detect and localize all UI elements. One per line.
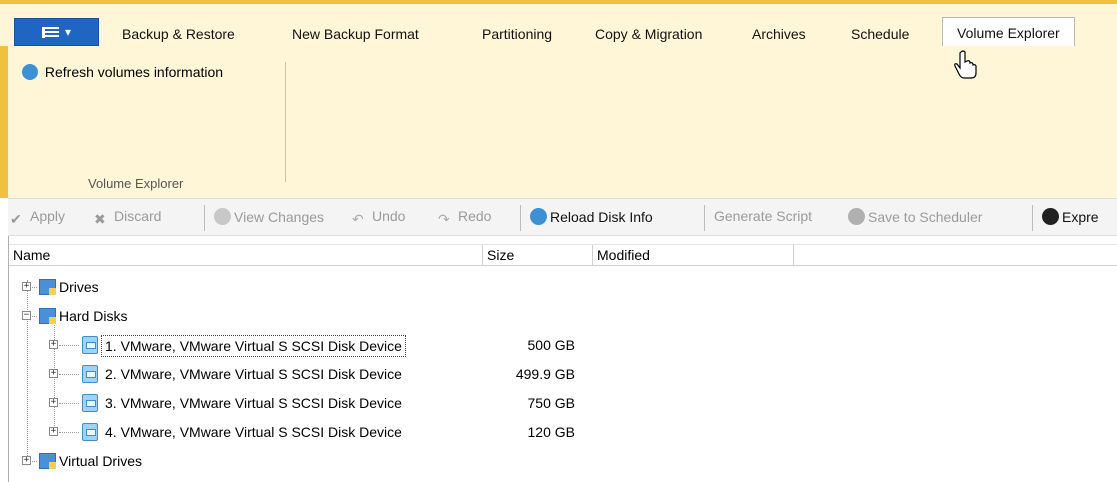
toolbar-separator bbox=[1032, 205, 1033, 231]
ribbon-group-label: Volume Explorer bbox=[88, 176, 184, 191]
disk-size: 499.9 GB bbox=[515, 366, 575, 382]
hard-disk-icon bbox=[82, 423, 98, 441]
action-toolbar: ✔ Apply ✖ Discard View Changes ↶ Undo ↷ Redo… bbox=[8, 198, 1117, 236]
tree-node-disk-4[interactable]: + 4. VMware, VMware Virtual S SCSI Disk … bbox=[9, 421, 589, 443]
toolbar-separator bbox=[520, 205, 521, 231]
tab-partitioning[interactable]: Partitioning bbox=[482, 22, 552, 46]
tree-node-hard-disks[interactable]: − Hard Disks bbox=[9, 305, 479, 327]
redo-icon: ↷ bbox=[438, 211, 450, 227]
drives-group-icon bbox=[39, 279, 56, 295]
disk-size: 750 GB bbox=[527, 395, 575, 411]
expand-plus-icon[interactable]: + bbox=[49, 340, 58, 349]
clock-icon bbox=[848, 208, 865, 225]
disk-size: 120 GB bbox=[527, 424, 575, 440]
apply-label: Apply bbox=[30, 208, 66, 224]
ribbon-group-separator bbox=[285, 62, 286, 182]
tree-connector bbox=[59, 345, 79, 346]
menu-grid-icon bbox=[41, 27, 59, 39]
volume-tree-list[interactable]: Name Size Modified + Drives − Hard Disks… bbox=[8, 236, 1117, 482]
app-menu-button[interactable]: ▾ bbox=[14, 18, 99, 46]
column-header-name[interactable]: Name bbox=[9, 245, 483, 266]
tree-connector bbox=[59, 374, 79, 375]
hard-disk-icon bbox=[82, 365, 98, 383]
virtual-drives-group-icon bbox=[39, 453, 56, 469]
toolbar-separator bbox=[704, 205, 705, 231]
save-to-scheduler-button[interactable]: Save to Scheduler bbox=[848, 208, 982, 225]
express-globe-icon bbox=[1042, 208, 1059, 225]
column-header-modified[interactable]: Modified bbox=[593, 245, 794, 266]
tree-node-disk-1[interactable]: + 1. VMware, VMware Virtual S SCSI Disk … bbox=[9, 334, 589, 357]
disk-name: 2. VMware, VMware Virtual S SCSI Disk De… bbox=[105, 366, 402, 382]
toolbar-separator bbox=[204, 205, 205, 231]
tree-node-virtual-drives[interactable]: + Virtual Drives bbox=[9, 450, 479, 472]
generate-script-button[interactable]: Generate Script bbox=[714, 208, 812, 224]
tree-connector bbox=[32, 461, 37, 462]
tree-node-label: Drives bbox=[59, 279, 99, 295]
tree-connector bbox=[59, 403, 79, 404]
disk-name: 3. VMware, VMware Virtual S SCSI Disk De… bbox=[105, 395, 402, 411]
expand-plus-icon[interactable]: + bbox=[22, 456, 31, 465]
disk-name: 4. VMware, VMware Virtual S SCSI Disk De… bbox=[105, 424, 402, 440]
chevron-down-icon: ▾ bbox=[64, 25, 72, 39]
redo-label: Redo bbox=[458, 208, 492, 224]
generate-script-label: Generate Script bbox=[714, 208, 813, 224]
magnifier-icon bbox=[214, 208, 231, 225]
hard-disks-group-icon bbox=[39, 308, 56, 324]
disk-size: 500 GB bbox=[527, 337, 575, 353]
tab-archives[interactable]: Archives bbox=[752, 22, 806, 46]
tab-new-backup-format[interactable]: New Backup Format bbox=[292, 22, 419, 46]
tree-node-drives[interactable]: + Drives bbox=[9, 276, 479, 298]
tree-node-disk-2[interactable]: + 2. VMware, VMware Virtual S SCSI Disk … bbox=[9, 363, 589, 385]
column-header-row: Name Size Modified bbox=[9, 244, 1117, 266]
tree-node-disk-3[interactable]: + 3. VMware, VMware Virtual S SCSI Disk … bbox=[9, 392, 589, 414]
refresh-volumes-label: Refresh volumes information bbox=[44, 64, 224, 80]
reload-disk-info-label: Reload Disk Info bbox=[550, 209, 653, 225]
disk-name: 1. VMware, VMware Virtual S SCSI Disk De… bbox=[101, 335, 406, 357]
tree-node-label: Hard Disks bbox=[59, 308, 128, 324]
refresh-icon bbox=[22, 64, 38, 80]
redo-button[interactable]: ↷ Redo bbox=[438, 208, 491, 228]
refresh-volumes-button[interactable]: Refresh volumes information bbox=[22, 64, 223, 80]
hand-cursor-icon bbox=[954, 50, 977, 79]
tree-connector bbox=[59, 432, 79, 433]
view-changes-button[interactable]: View Changes bbox=[214, 208, 324, 225]
undo-button[interactable]: ↶ Undo bbox=[352, 208, 405, 228]
expand-plus-icon[interactable]: + bbox=[49, 398, 58, 407]
refresh-icon bbox=[530, 208, 547, 225]
discard-x-icon: ✖ bbox=[94, 211, 106, 227]
apply-button[interactable]: ✔ Apply bbox=[10, 208, 65, 228]
tree-connector bbox=[32, 287, 37, 288]
express-button[interactable]: Expre bbox=[1042, 208, 1099, 225]
view-changes-label: View Changes bbox=[234, 209, 325, 225]
reload-disk-info-button[interactable]: Reload Disk Info bbox=[530, 208, 653, 225]
tab-schedule[interactable]: Schedule bbox=[851, 22, 909, 46]
hard-disk-icon bbox=[82, 336, 98, 354]
ribbon-panel: Refresh volumes information Volume Explo… bbox=[0, 46, 1117, 198]
express-label: Expre bbox=[1062, 209, 1099, 225]
expand-plus-icon[interactable]: + bbox=[49, 369, 58, 378]
expand-plus-icon[interactable]: + bbox=[22, 282, 31, 291]
hard-disk-icon bbox=[82, 394, 98, 412]
discard-button[interactable]: ✖ Discard bbox=[94, 208, 161, 228]
tree-connector bbox=[32, 316, 37, 317]
undo-label: Undo bbox=[372, 208, 406, 224]
expand-plus-icon[interactable]: + bbox=[49, 427, 58, 436]
tab-copy-migration[interactable]: Copy & Migration bbox=[595, 22, 702, 46]
check-icon: ✔ bbox=[10, 211, 22, 227]
undo-icon: ↶ bbox=[352, 211, 364, 227]
save-to-scheduler-label: Save to Scheduler bbox=[868, 209, 983, 225]
tree-node-label: Virtual Drives bbox=[59, 453, 142, 469]
ribbon-tab-strip: ▾ Backup & Restore New Backup Format Par… bbox=[0, 0, 1117, 50]
discard-label: Discard bbox=[114, 208, 162, 224]
collapse-minus-icon[interactable]: − bbox=[22, 311, 31, 320]
column-header-size[interactable]: Size bbox=[483, 245, 593, 266]
tab-backup-restore[interactable]: Backup & Restore bbox=[122, 22, 235, 46]
